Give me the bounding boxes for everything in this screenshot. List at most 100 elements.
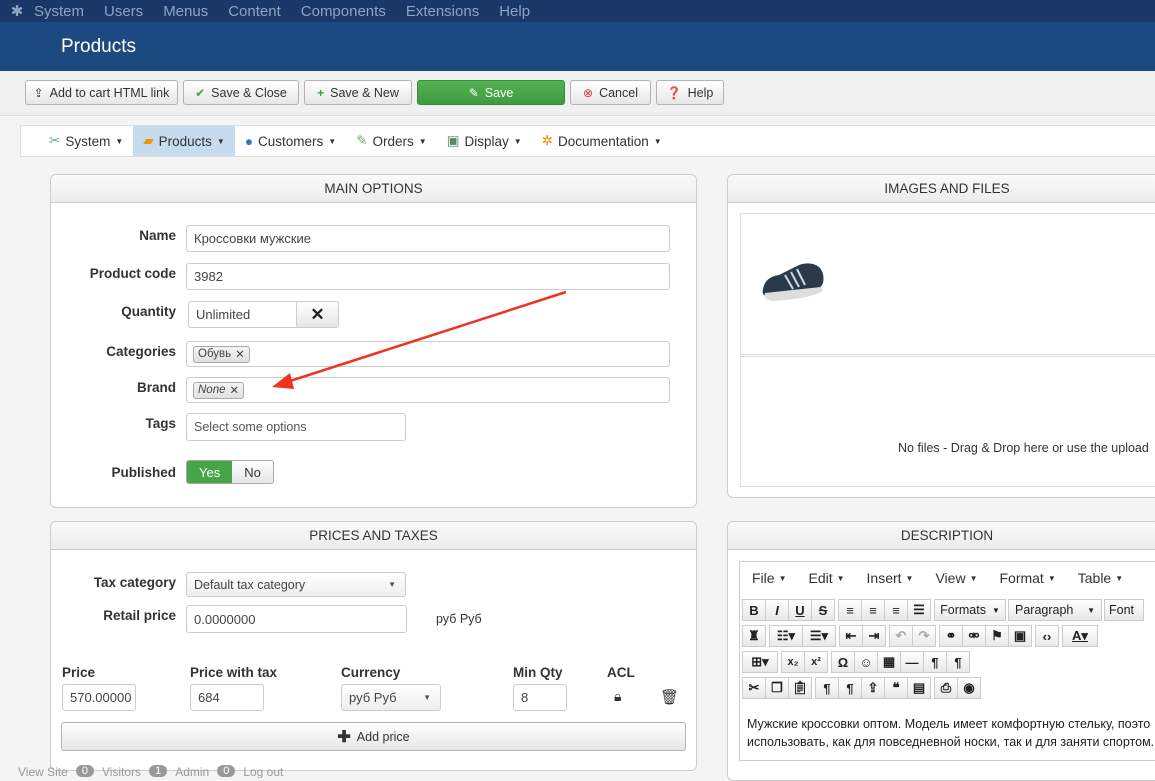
link-icon[interactable]: ⚭ (939, 625, 963, 647)
published-no[interactable]: No (232, 461, 273, 483)
align-left-icon[interactable]: ≡ (838, 599, 862, 621)
align-center-icon[interactable]: ≡ (861, 599, 885, 621)
strikethrough-icon[interactable]: S (811, 599, 835, 621)
numbered-list-icon[interactable]: ☰▾ (802, 625, 836, 647)
cancel-button[interactable]: ⊗ Cancel (570, 80, 651, 105)
admin-label: Admin (175, 765, 210, 778)
indent-icon[interactable]: ⇥ (862, 625, 886, 647)
cut-icon[interactable]: ✂ (742, 677, 766, 699)
remove-tag-icon[interactable]: ✕ (235, 347, 245, 361)
emoticon-icon[interactable]: ☺ (854, 651, 878, 673)
media-icon[interactable]: ▦ (877, 651, 901, 673)
code-icon[interactable]: ‹› (1035, 625, 1059, 647)
save-close-button[interactable]: ✔ Save & Close (183, 80, 299, 105)
view-site-link[interactable]: View Site (18, 765, 68, 778)
product-image-sneaker[interactable] (759, 259, 829, 303)
table-icon[interactable]: ⊞▾ (742, 651, 778, 673)
price-field[interactable]: 570.00000 (62, 684, 136, 711)
bookmark-icon[interactable]: ⚑ (985, 625, 1009, 647)
min-qty-field[interactable]: 8 (513, 684, 567, 711)
print-icon[interactable]: ⎙ (934, 677, 958, 699)
add-price-button[interactable]: ✚ Add price (61, 722, 686, 751)
horizontal-rule-icon[interactable]: — (900, 651, 924, 673)
copy-icon[interactable]: ❐ (765, 677, 789, 699)
published-yes[interactable]: Yes (187, 461, 233, 483)
special-char-icon[interactable]: Ω (831, 651, 855, 673)
editor-menu-edit[interactable]: Edit ▼ (808, 570, 844, 586)
blockquote-icon[interactable]: ❝ (884, 677, 908, 699)
editor-menu-view[interactable]: View ▼ (935, 570, 977, 586)
menu-products[interactable]: ▰ Products ▼ (133, 126, 235, 156)
nav-content[interactable]: Content (228, 3, 281, 20)
published-toggle[interactable]: Yes No (186, 460, 274, 484)
insert-icon[interactable]: ⇪ (861, 677, 885, 699)
joomla-logo-icon[interactable]: ✱ (0, 2, 34, 20)
paragraph-dropdown[interactable]: Paragraph ▼ (1008, 599, 1102, 621)
save-button[interactable]: ✎ Save (417, 80, 565, 105)
add-to-cart-link-button[interactable]: ⇪ Add to cart HTML link (25, 80, 178, 105)
retail-price-field[interactable]: 0.0000000 (186, 605, 407, 633)
editor-menu-file[interactable]: File ▼ (752, 570, 786, 586)
undo-icon[interactable]: ↶ (889, 625, 913, 647)
nav-menus[interactable]: Menus (163, 3, 208, 20)
align-justify-icon[interactable]: ☰ (907, 599, 931, 621)
ltr-icon[interactable]: ¶ (923, 651, 947, 673)
align-right-icon[interactable]: ≡ (884, 599, 908, 621)
preview-icon[interactable]: ◉ (957, 677, 981, 699)
price-with-tax-field[interactable]: 684 (190, 684, 264, 711)
menu-orders[interactable]: ✎ Orders ▼ (346, 126, 437, 156)
text-color-icon[interactable]: A▾ (1062, 625, 1098, 647)
tags-select[interactable]: Select some options (186, 413, 406, 441)
superscript-icon[interactable]: x² (804, 651, 828, 673)
nav-extensions[interactable]: Extensions (406, 3, 479, 20)
show-blocks-icon[interactable]: ¶ (815, 677, 839, 699)
remove-tag-icon[interactable]: ✕ (230, 383, 240, 397)
editor-menu-insert[interactable]: Insert ▼ (867, 570, 914, 586)
template-icon[interactable]: ▤ (907, 677, 931, 699)
editor-toolbar-2: ♜ ☷▾ ☰▾ ⇤ ⇥ ↶ ↷ ⚭ ⚮ ⚑ ▣ ‹› A▾ (740, 624, 1155, 648)
menu-documentation[interactable]: ✲ Documentation ▼ (532, 126, 672, 156)
nav-users[interactable]: Users (104, 3, 143, 20)
nav-system[interactable]: System (34, 3, 84, 20)
file-dropzone[interactable]: No files - Drag & Drop here or use the u… (740, 356, 1155, 487)
display-icon: ▣ (446, 133, 460, 148)
paste-icon[interactable]: 📋︎ (788, 677, 812, 699)
outdent-icon[interactable]: ⇤ (839, 625, 863, 647)
menu-system[interactable]: ✂ System ▼ (39, 126, 133, 156)
help-button[interactable]: ❓ Help (656, 80, 724, 105)
nav-help[interactable]: Help (499, 3, 530, 20)
currency-select[interactable]: руб Руб ▼ (341, 684, 441, 711)
min-qty-column-header: Min Qty (513, 665, 563, 680)
bullet-list-icon[interactable]: ☷▾ (769, 625, 803, 647)
formats-dropdown[interactable]: Formats ▼ (934, 599, 1006, 621)
toolbar: ⇪ Add to cart HTML link ✔ Save & Close + Sa… (0, 71, 1155, 116)
menu-display[interactable]: ▣ Display ▼ (437, 126, 532, 156)
dropzone-text: No files - Drag & Drop here or use the u… (898, 441, 1149, 455)
image-icon[interactable]: ▣ (1008, 625, 1032, 647)
redo-icon[interactable]: ↷ (912, 625, 936, 647)
editor-menu-table[interactable]: Table ▼ (1078, 570, 1123, 586)
find-icon[interactable]: ♜ (742, 625, 766, 647)
nav-components[interactable]: Components (301, 3, 386, 20)
underline-icon[interactable]: U (788, 599, 812, 621)
rtl-icon[interactable]: ¶ (946, 651, 970, 673)
menu-customers[interactable]: ● Customers ▼ (235, 126, 346, 156)
quantity-label: Quantity (121, 304, 176, 319)
published-label: Published (111, 465, 176, 480)
editor-content[interactable]: Мужские кроссовки оптом. Модель имеет ко… (747, 715, 1155, 751)
unlink-icon[interactable]: ⚮ (962, 625, 986, 647)
save-new-button[interactable]: + Save & New (304, 80, 412, 105)
editor-menu-format[interactable]: Format ▼ (999, 570, 1055, 586)
logout-link[interactable]: Log out (243, 765, 283, 778)
admin-top-nav: ✱ System Users Menus Content Components … (0, 0, 1155, 22)
name-field[interactable]: Кроссовки мужские (186, 225, 670, 252)
tax-category-select[interactable]: Default tax category ▼ (186, 572, 406, 597)
brand-tag: None ✕ (193, 381, 245, 399)
trash-icon[interactable]: 🗑︎ (660, 688, 679, 706)
bold-icon[interactable]: B (742, 599, 766, 621)
font-dropdown[interactable]: Font (1104, 599, 1144, 621)
visual-chars-icon[interactable]: ¶ (838, 677, 862, 699)
lock-icon[interactable]: 🔒︎ (614, 688, 621, 705)
subscript-icon[interactable]: x₂ (781, 651, 805, 673)
italic-icon[interactable]: I (765, 599, 789, 621)
